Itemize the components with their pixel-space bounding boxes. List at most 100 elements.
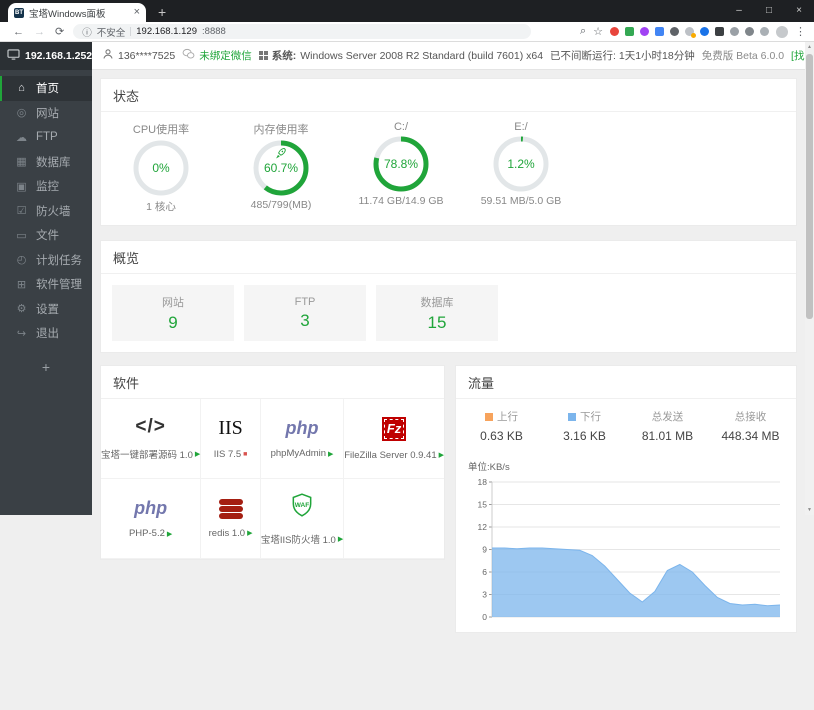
account-phone[interactable]: 136****7525: [102, 48, 175, 63]
back-button[interactable]: ←: [13, 26, 24, 38]
software-item[interactable]: php PHP-5.2 ▶: [101, 479, 202, 559]
svg-text:15: 15: [478, 500, 488, 510]
software-title: 软件: [101, 366, 444, 399]
new-tab-button[interactable]: +: [158, 5, 166, 19]
blue-square-extension-icon[interactable]: [655, 27, 664, 36]
toolbar-right: ⌕ ☆ ⋮: [580, 25, 806, 38]
url-divider: [130, 27, 132, 36]
window-maximize-button[interactable]: □: [754, 0, 784, 20]
sidebar-item-label: 文件: [36, 230, 59, 243]
profile-avatar[interactable]: [776, 25, 788, 38]
chart-unit-label: 单位:KB/s: [468, 462, 510, 473]
light-arrow-extension-icon[interactable]: [730, 27, 739, 36]
svg-text:6: 6: [482, 567, 487, 577]
legend-swatch: [485, 412, 493, 421]
bookmark-star-icon[interactable]: ☆: [593, 25, 603, 38]
bind-wechat-link[interactable]: 未绑定微信: [182, 48, 252, 63]
sidebar-item-logout[interactable]: ↪ 退出: [0, 321, 92, 346]
overview-FTP[interactable]: FTP 3: [244, 285, 366, 341]
window-close-button[interactable]: ×: [784, 0, 814, 20]
blue-circle-extension-icon[interactable]: [700, 27, 709, 36]
gray-badged-extension-icon[interactable]: [685, 27, 696, 38]
software-name: redis 1.0 ▶: [208, 527, 253, 539]
info-icon[interactable]: ⓘ: [82, 25, 92, 39]
software-item[interactable]: php phpMyAdmin ▶: [260, 399, 345, 479]
settings-icon: ⚙: [16, 303, 27, 316]
sidebar-item-home[interactable]: ⌂ 首页: [0, 76, 92, 101]
window-minimize-button[interactable]: –: [724, 0, 754, 20]
green-square-extension-icon[interactable]: [625, 27, 634, 36]
traffic-stat-value: 81.01 MB: [641, 429, 694, 443]
software-item[interactable]: WAF 宝塔IIS防火墙 1.0 ▶: [260, 479, 345, 559]
scroll-up-arrow[interactable]: ▲: [805, 42, 814, 52]
traffic-title: 流量: [456, 366, 796, 399]
sidebar-item-settings[interactable]: ⚙ 设置: [0, 297, 92, 322]
server-monitor-icon: [7, 49, 20, 63]
sidebar-item-software[interactable]: ⊞ 软件管理: [0, 272, 92, 297]
overview-数据库[interactable]: 数据库 15: [376, 285, 498, 341]
forward-button[interactable]: →: [34, 26, 45, 38]
scroll-down-arrow[interactable]: ▼: [805, 505, 814, 515]
page-scrollbar[interactable]: ▲ ▼: [805, 42, 814, 515]
sidebar-item-label: 网站: [36, 107, 59, 120]
software-card: 软件 </> 宝塔一键部署源码 1.0 ▶ IIS IIS 7.5 ■ php phpMyAd…: [100, 365, 445, 560]
svg-text:0: 0: [482, 612, 487, 622]
kebab-menu-icon[interactable]: ⋮: [795, 25, 806, 38]
url-bar[interactable]: ⓘ 不安全 192.168.1.129 :8888: [73, 24, 532, 39]
zoom-icon[interactable]: ⌕: [580, 25, 586, 38]
firewall-icon: ☑: [16, 205, 27, 218]
reload-button[interactable]: ⟳: [55, 25, 64, 38]
svg-text:9: 9: [482, 545, 487, 555]
software-name: FileZilla Server 0.9.41 ▶: [344, 449, 444, 461]
sidebar-item-monitor[interactable]: ▣ 监控: [0, 174, 92, 199]
sidebar-add-button[interactable]: +: [0, 359, 92, 375]
browser-tab-strip: BT 宝塔Windows面板 × + – □ ×: [0, 0, 814, 22]
cron-icon: ◴: [16, 254, 27, 267]
status-stopped-icon: ■: [243, 451, 248, 458]
gauge-C:/: C:/ 78.8% 11.74 GB/14.9 GB: [341, 121, 461, 214]
software-item[interactable]: IIS IIS 7.5 ■: [201, 399, 261, 479]
software-item[interactable]: redis 1.0 ▶: [201, 479, 261, 559]
gauge-value: 60.7%: [263, 161, 299, 175]
sidebar-item-cron[interactable]: ◴ 计划任务: [0, 248, 92, 273]
site-favicon-icon: BT: [14, 7, 24, 18]
scrollbar-thumb[interactable]: [806, 54, 813, 319]
software-name: 宝塔IIS防火墙 1.0 ▶: [260, 534, 344, 546]
svg-text:12: 12: [478, 522, 488, 532]
red-shield-extension-icon[interactable]: [610, 27, 619, 36]
sidebar-item-site[interactable]: ◎ 网站: [0, 101, 92, 126]
traffic-card: 流量 上行 0.63 KB 下行 3.16 KB 总发送 81.01 MB 总接收 448.3…: [455, 365, 797, 633]
filezilla-logo: Fz: [382, 416, 407, 441]
dark-square-extension-icon[interactable]: [715, 27, 724, 36]
software-icon: ⊞: [16, 278, 27, 291]
tab-close-icon[interactable]: ×: [134, 7, 140, 18]
sidebar-item-database[interactable]: ▦ 数据库: [0, 150, 92, 175]
purple-circle-extension-icon[interactable]: [640, 27, 649, 36]
gray-funnel-extension-icon[interactable]: [670, 27, 679, 36]
legend-swatch: [568, 412, 576, 421]
gray-undo-extension-icon[interactable]: [745, 27, 754, 36]
php-logo: php: [134, 498, 168, 518]
sidebar-item-ftp[interactable]: ☁ FTP: [0, 125, 92, 150]
monitor-icon: ▣: [16, 180, 27, 193]
browser-tab[interactable]: BT 宝塔Windows面板 ×: [8, 3, 146, 22]
gauge-value: 1.2%: [507, 157, 535, 171]
traffic-chart: 单位:KB/s 18 15 12 9 6 3 0: [456, 445, 796, 632]
code-icon: </>: [135, 416, 166, 437]
sidebar-item-files[interactable]: ▭ 文件: [0, 223, 92, 248]
gray-dot-extension-icon[interactable]: [760, 27, 769, 36]
overview-网站[interactable]: 网站 9: [112, 285, 234, 341]
gauge-title: 内存使用率: [253, 124, 309, 136]
version-label: 免费版 Beta 6.0.0: [701, 50, 785, 62]
url-port: :8888: [202, 26, 226, 37]
sidebar-item-label: 数据库: [36, 156, 71, 169]
waf-shield-icon: WAF: [289, 492, 315, 523]
gauge-caption: 485/799(MB): [250, 199, 312, 211]
sidebar-item-firewall[interactable]: ☑ 防火墙: [0, 199, 92, 224]
software-item[interactable]: Fz FileZilla Server 0.9.41 ▶: [344, 399, 444, 479]
software-item[interactable]: </> 宝塔一键部署源码 1.0 ▶: [101, 399, 202, 479]
overview-label: 网站: [162, 296, 184, 309]
system-info: 系统: Windows Server 2008 R2 Standard (bui…: [258, 48, 543, 63]
traffic-stat-value: 448.34 MB: [721, 429, 780, 443]
system-label: 系统:: [271, 50, 297, 62]
